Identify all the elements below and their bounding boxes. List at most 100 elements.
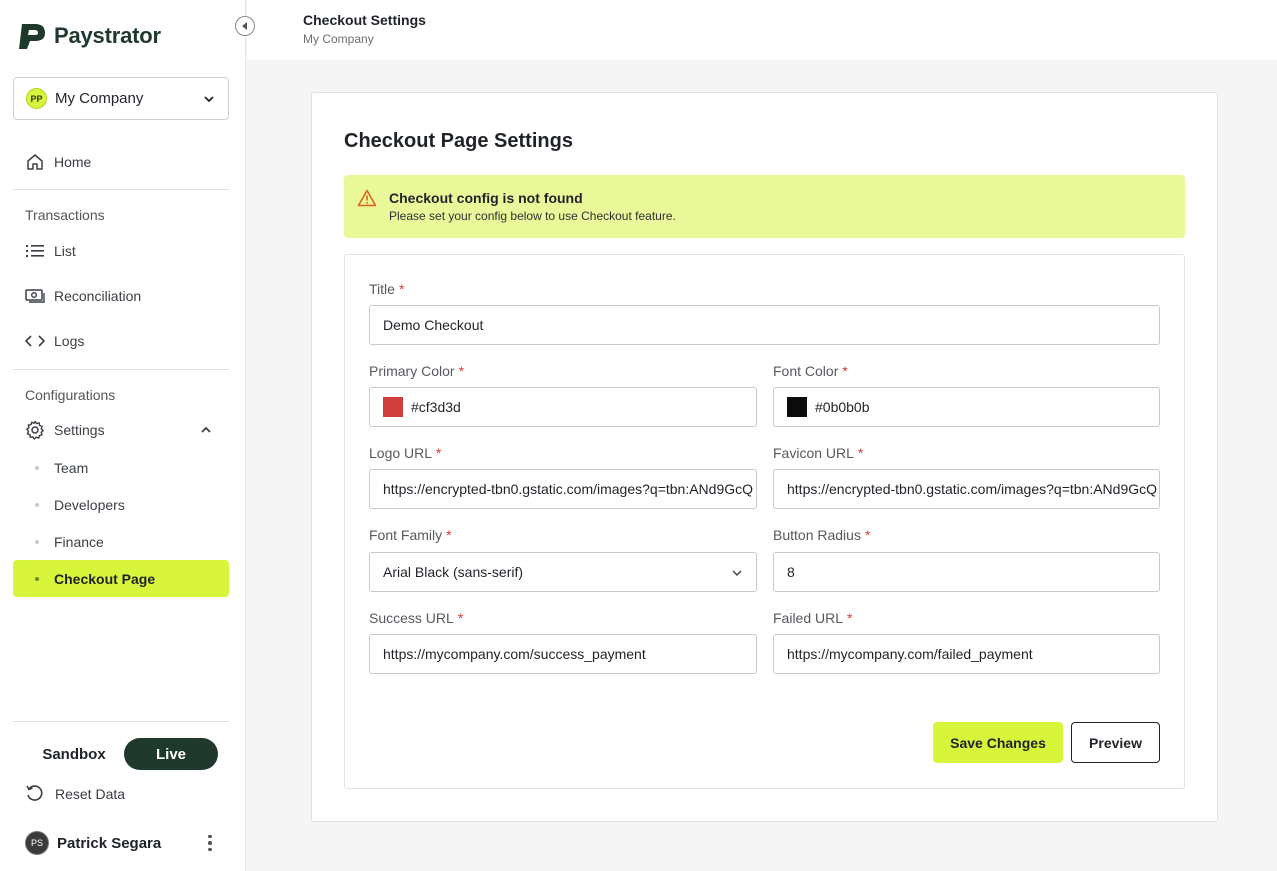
title-input[interactable]: Demo Checkout — [369, 305, 1160, 345]
alert-title: Checkout config is not found — [389, 190, 583, 206]
button-radius-label-text: Button Radius — [773, 527, 861, 543]
preview-button[interactable]: Preview — [1071, 722, 1160, 763]
primary-color-label-text: Primary Color — [369, 363, 455, 379]
cash-icon — [25, 286, 45, 306]
gear-icon — [25, 420, 45, 440]
environment-toggle[interactable]: Sandbox Live — [24, 738, 218, 770]
primary-color-value: #cf3d3d — [411, 399, 461, 415]
success-url-input[interactable]: https://mycompany.com/success_payment — [369, 634, 757, 674]
app-name: Paystrator — [54, 23, 161, 48]
button-radius-input[interactable]: 8 — [773, 552, 1160, 592]
primary-color-field-label: Primary Color * — [369, 363, 464, 379]
alert-message: Please set your config below to use Chec… — [389, 209, 676, 223]
card-title: Checkout Page Settings — [344, 130, 573, 152]
required-mark: * — [864, 527, 871, 543]
chevron-down-icon — [732, 570, 742, 577]
bullet-dot — [35, 576, 39, 581]
checkout-config-form: Title * Demo Checkout Primary Color * #cf3… — [344, 254, 1185, 789]
logo-url-input[interactable]: https://encrypted-tbn0.gstatic.com/image… — [369, 469, 757, 509]
nav-home[interactable]: Home — [13, 143, 229, 181]
failed-url-field-label: Failed URL * — [773, 610, 852, 626]
more-vertical-icon[interactable] — [203, 834, 217, 852]
logo-url-field-label: Logo URL * — [369, 445, 442, 461]
sidebar-divider — [13, 189, 229, 190]
font-color-swatch[interactable] — [787, 397, 807, 417]
font-color-input[interactable]: #0b0b0b — [773, 387, 1160, 427]
nav-finance-label: Finance — [54, 533, 104, 550]
title-label-text: Title — [369, 281, 395, 297]
failed-url-label-text: Failed URL — [773, 610, 844, 626]
favicon-url-field-label: Favicon URL * — [773, 445, 863, 461]
user-avatar: PS — [25, 831, 49, 855]
required-mark: * — [842, 363, 848, 379]
success-url-label-text: Success URL — [369, 610, 454, 626]
font-family-value: Arial Black (sans-serif) — [383, 564, 524, 580]
nav-settings-developers[interactable]: Developers — [13, 486, 229, 523]
app-logo[interactable]: Paystrator — [18, 22, 161, 50]
reset-data-button[interactable]: Reset Data — [25, 785, 125, 803]
nav-developers-label: Developers — [54, 496, 125, 513]
page-title: Checkout Settings — [303, 12, 426, 28]
bullet-dot — [35, 465, 39, 470]
sidebar-divider — [13, 369, 229, 370]
favicon-url-input[interactable]: https://encrypted-tbn0.gstatic.com/image… — [773, 469, 1160, 509]
primary-color-swatch[interactable] — [383, 397, 403, 417]
reset-data-label: Reset Data — [55, 786, 126, 802]
required-mark: * — [436, 445, 442, 461]
save-changes-button[interactable]: Save Changes — [933, 722, 1063, 763]
company-avatar: PP — [26, 88, 47, 109]
reset-icon — [25, 785, 43, 803]
required-mark: * — [398, 281, 405, 297]
warning-icon — [357, 189, 377, 212]
nav-list-label: List — [54, 243, 76, 259]
settings-card: Checkout Page Settings Checkout config i… — [311, 92, 1218, 822]
required-mark: * — [857, 445, 864, 461]
nav-logs[interactable]: Logs — [13, 322, 229, 360]
env-live-option[interactable]: Live — [124, 738, 218, 770]
bullet-dot — [35, 539, 39, 544]
nav-settings-checkout-page[interactable]: Checkout Page — [13, 560, 229, 597]
font-color-field-label: Font Color * — [773, 363, 848, 379]
env-sandbox-option[interactable]: Sandbox — [24, 746, 124, 763]
sidebar-divider — [13, 721, 229, 722]
nav-transactions-list[interactable]: List — [13, 232, 229, 270]
list-icon — [25, 241, 45, 261]
required-mark: * — [847, 610, 853, 626]
warning-alert: Checkout config is not found Please set … — [344, 175, 1185, 238]
company-selector[interactable]: PP My Company — [13, 77, 229, 120]
page-subtitle: My Company — [303, 32, 374, 46]
transactions-section-label: Transactions — [25, 207, 105, 223]
caret-left-icon — [242, 22, 247, 30]
failed-url-input[interactable]: https://mycompany.com/failed_payment — [773, 634, 1160, 674]
success-url-field-label: Success URL * — [369, 610, 463, 626]
logo-url-label-text: Logo URL — [369, 445, 433, 461]
nav-settings-team[interactable]: Team — [13, 449, 229, 486]
nav-home-label: Home — [54, 154, 92, 170]
font-family-label-text: Font Family — [369, 527, 443, 543]
page-header: Checkout Settings My Company — [247, 0, 1277, 60]
sidebar: Paystrator PP My Company Home Transactio… — [0, 0, 246, 871]
primary-color-input[interactable]: #cf3d3d — [369, 387, 757, 427]
title-field-label: Title * — [369, 281, 404, 297]
nav-reconciliation[interactable]: Reconciliation — [13, 277, 229, 315]
nav-checkout-page-label: Checkout Page — [54, 570, 156, 587]
company-name: My Company — [55, 90, 144, 107]
nav-settings-finance[interactable]: Finance — [13, 523, 229, 560]
chevron-down-icon — [204, 95, 214, 102]
nav-logs-label: Logs — [54, 333, 85, 349]
bullet-dot — [35, 502, 39, 507]
user-profile[interactable]: PS Patrick Segara — [25, 831, 217, 855]
code-icon — [25, 331, 45, 351]
configurations-section-label: Configurations — [25, 387, 116, 403]
required-mark: * — [457, 610, 464, 626]
nav-settings[interactable]: Settings — [13, 411, 229, 449]
font-family-field-label: Font Family * — [369, 527, 452, 543]
favicon-url-label-text: Favicon URL — [773, 445, 854, 461]
font-family-select[interactable]: Arial Black (sans-serif) — [369, 552, 757, 592]
sidebar-collapse-button[interactable] — [235, 16, 255, 36]
font-color-value: #0b0b0b — [815, 399, 870, 415]
button-radius-field-label: Button Radius * — [773, 527, 870, 543]
paystrator-logo-icon — [19, 24, 45, 49]
required-mark: * — [446, 527, 452, 543]
chevron-up-icon — [201, 426, 211, 433]
